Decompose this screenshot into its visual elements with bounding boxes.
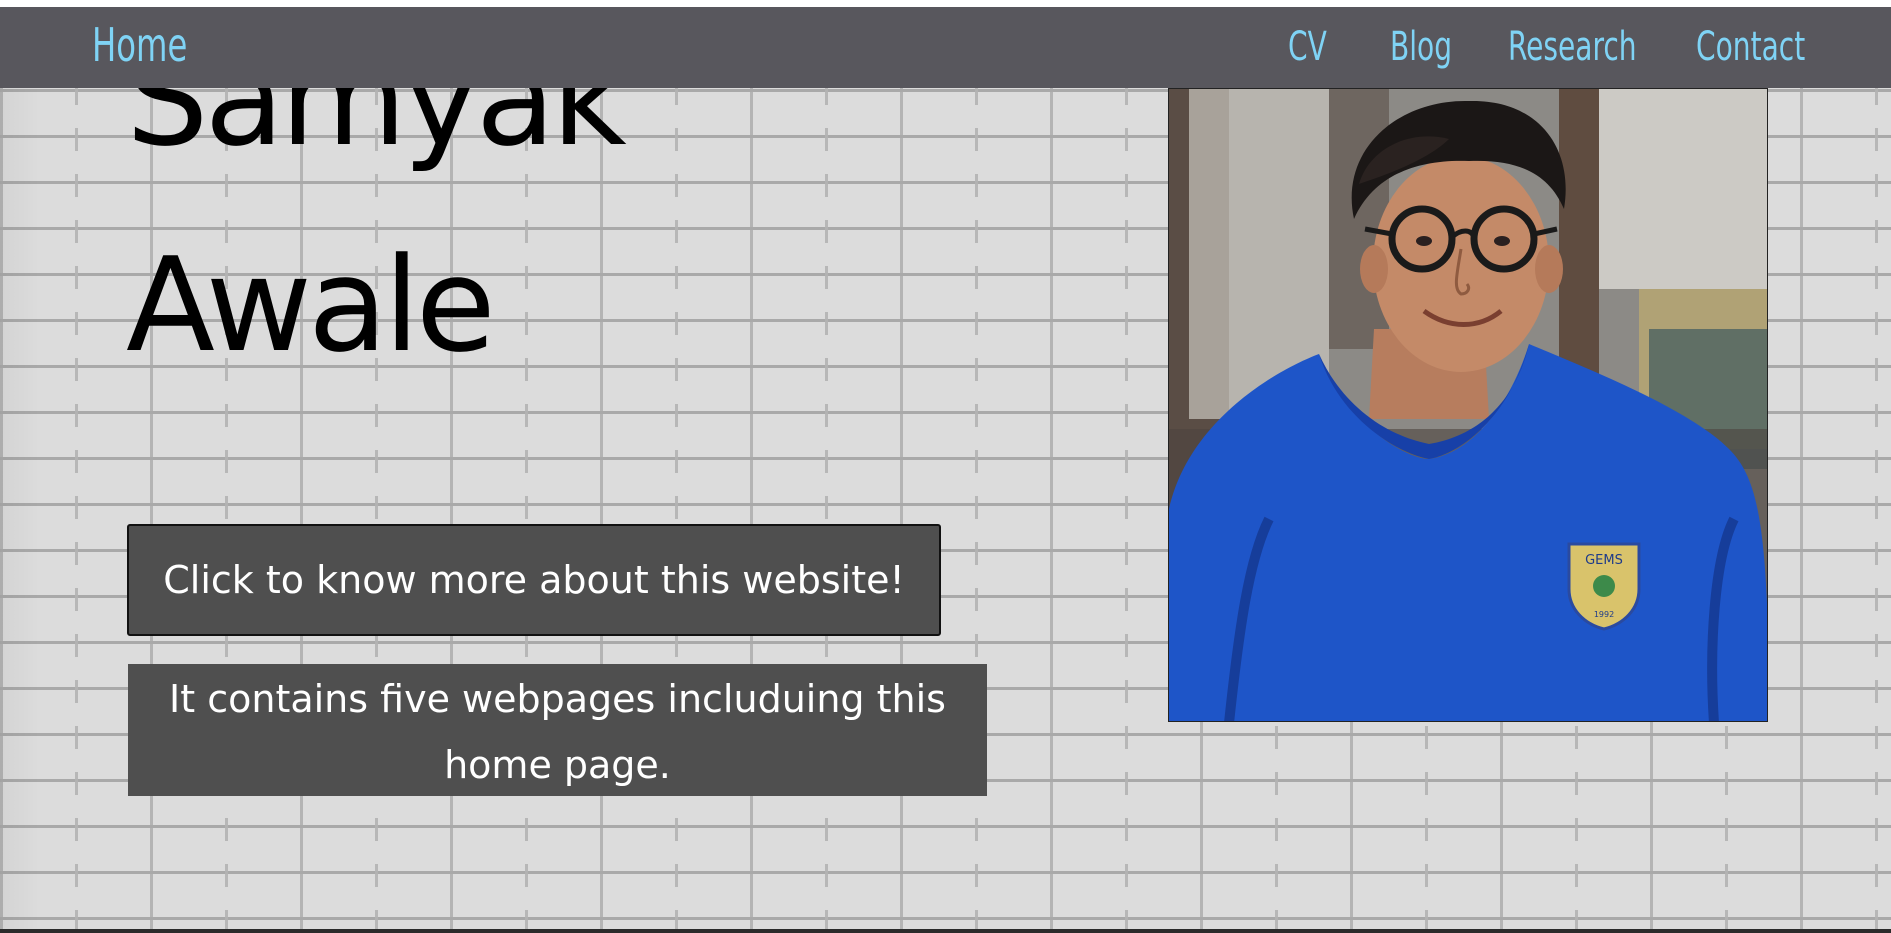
top-edge bbox=[0, 0, 1891, 7]
bottom-edge bbox=[0, 929, 1891, 933]
nav-research-link[interactable]: Research bbox=[1508, 21, 1637, 73]
about-website-button[interactable]: Click to know more about this website! bbox=[127, 524, 941, 636]
nav-blog-link[interactable]: Blog bbox=[1390, 21, 1452, 73]
nav-home-link[interactable]: Home bbox=[92, 19, 187, 71]
hero-last-name: Awale bbox=[126, 229, 496, 381]
badge-subtext: 1992 bbox=[1594, 610, 1614, 619]
profile-photo-illustration: GEMS 1992 bbox=[1169, 89, 1767, 721]
profile-photo: GEMS 1992 bbox=[1168, 88, 1768, 722]
nav-contact-link[interactable]: Contact bbox=[1696, 21, 1805, 73]
nav-cv-link[interactable]: CV bbox=[1288, 21, 1327, 73]
badge-text: GEMS bbox=[1585, 553, 1623, 568]
navbar: Home CV Blog Research Contact bbox=[0, 7, 1891, 88]
website-info-box: It contains five webpages includuing thi… bbox=[128, 664, 987, 796]
